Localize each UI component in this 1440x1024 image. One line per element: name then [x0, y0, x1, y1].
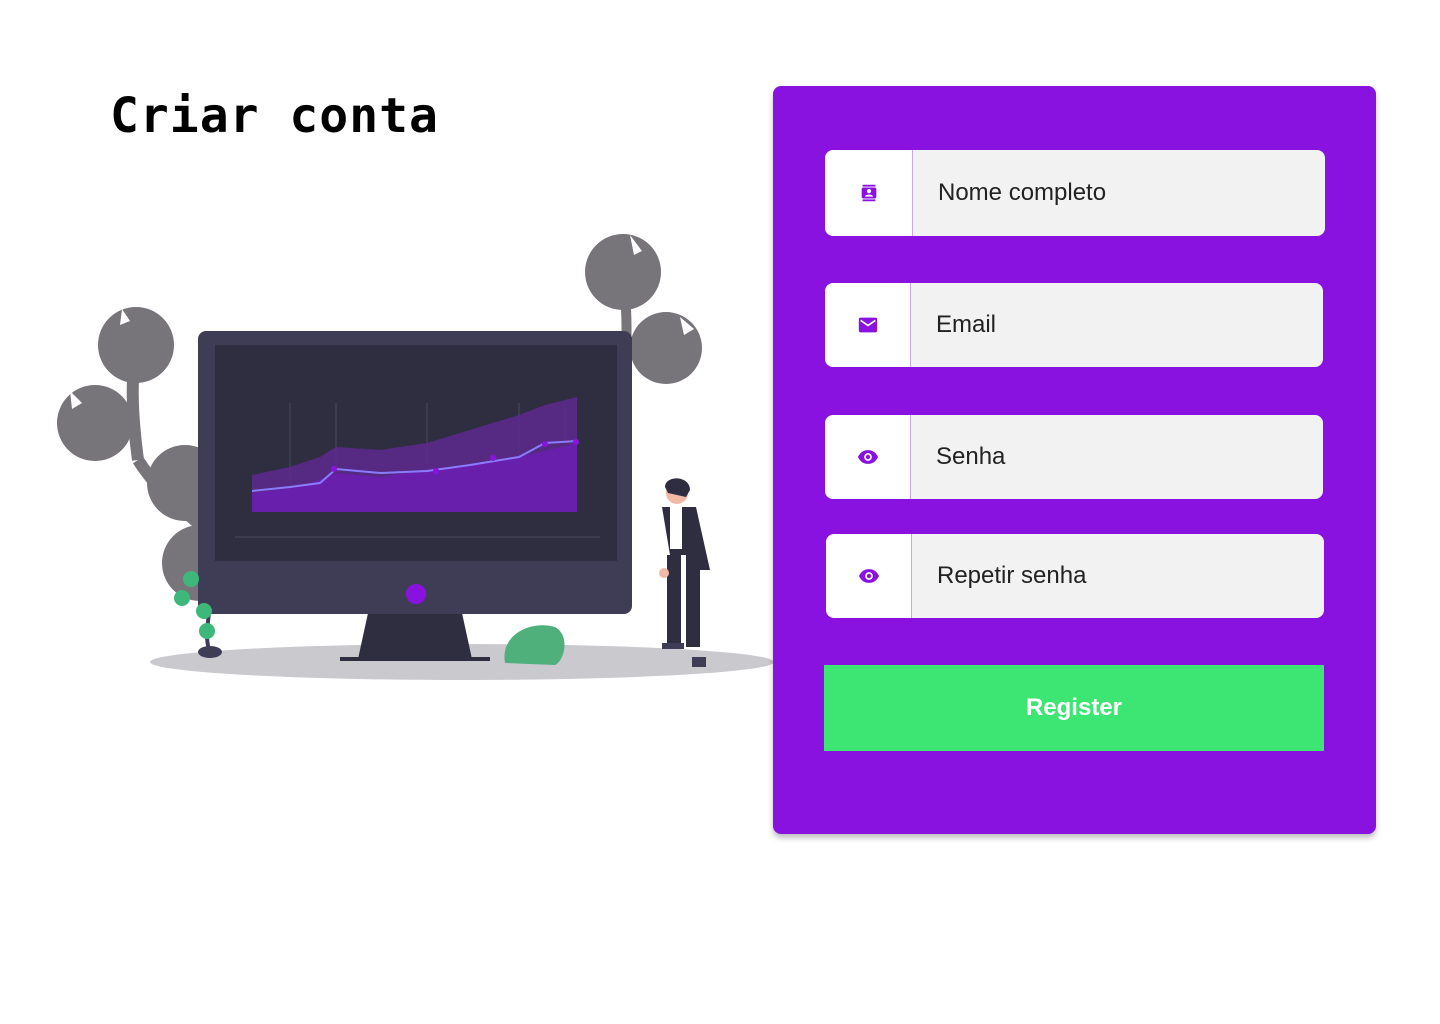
repeat-password-field[interactable]: [826, 534, 1324, 618]
password-eye-icon-box[interactable]: [825, 415, 911, 499]
password-input[interactable]: [911, 415, 1323, 499]
person: [659, 478, 710, 667]
email-input[interactable]: [911, 283, 1323, 367]
mail-icon: [858, 317, 877, 333]
email-field[interactable]: [825, 283, 1323, 367]
monitor-power-button: [406, 584, 426, 604]
full-name-field[interactable]: [825, 150, 1325, 236]
full-name-input[interactable]: [913, 150, 1325, 236]
monitor-stand: [358, 613, 472, 659]
password-field[interactable]: [825, 415, 1323, 499]
eye-icon[interactable]: [858, 565, 880, 587]
eye-icon[interactable]: [857, 446, 879, 468]
contact-icon-box: [825, 150, 913, 236]
contact-icon: [861, 184, 876, 202]
mail-icon-box: [825, 283, 911, 367]
page-title: Criar conta: [110, 88, 439, 144]
repeat-password-eye-icon-box[interactable]: [826, 534, 912, 618]
register-button[interactable]: Register: [824, 665, 1324, 751]
repeat-password-input[interactable]: [912, 534, 1324, 618]
bush: [504, 625, 565, 665]
dashboard-illustration: [57, 234, 774, 680]
